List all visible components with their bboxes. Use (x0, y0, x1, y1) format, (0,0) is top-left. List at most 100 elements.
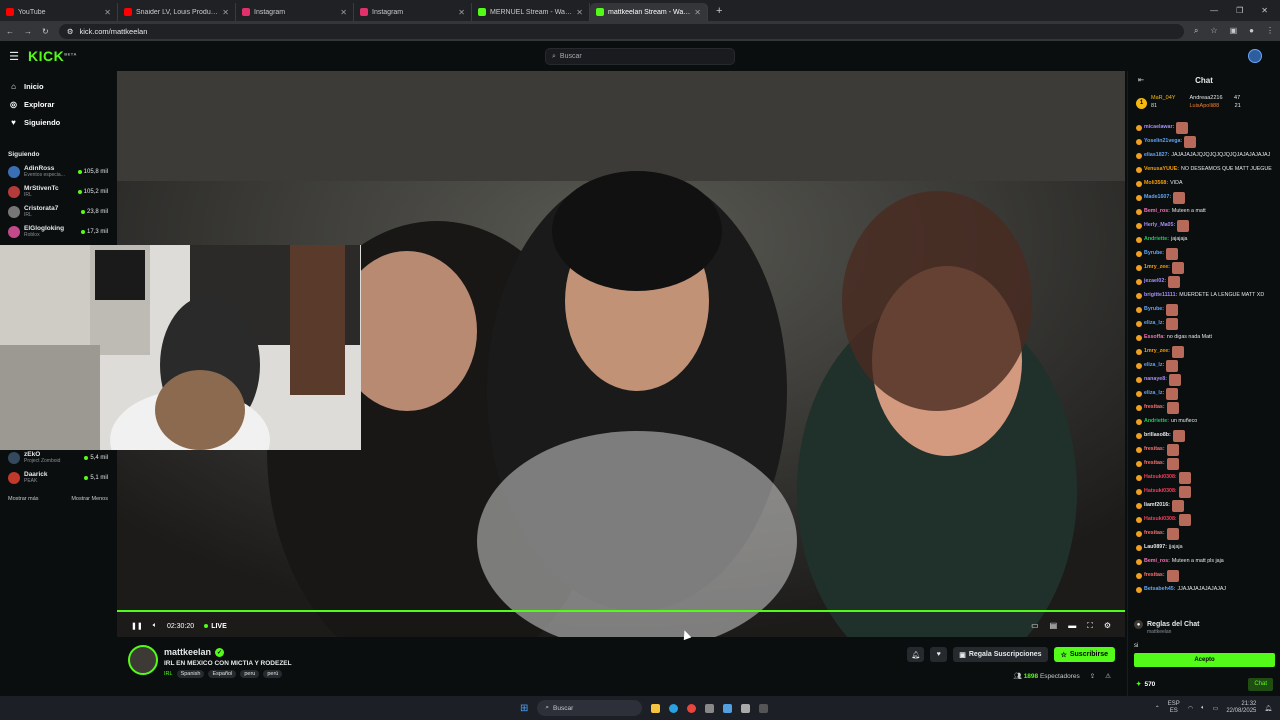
sidebar-item-siguiendo[interactable]: ♥ Siguiendo (0, 113, 116, 131)
language-indicator[interactable]: ESP ES (1168, 701, 1180, 715)
pause-icon[interactable]: ❚❚ (131, 622, 143, 630)
clip-icon[interactable]: ▤ (1050, 621, 1058, 631)
chat-username[interactable]: Herly_Ma05: (1144, 222, 1175, 229)
chat-username[interactable]: fresitas: (1144, 460, 1165, 467)
channel-avatar[interactable] (128, 645, 158, 675)
chat-username[interactable]: Byrube: (1144, 306, 1164, 313)
chat-username[interactable]: Bemi_ros: (1144, 208, 1170, 215)
clock[interactable]: 21:32 22/08/2025 (1226, 701, 1256, 715)
chat-username[interactable]: Bemi_ros: (1144, 558, 1170, 565)
collapse-chat-icon[interactable]: ⇤ (1138, 76, 1144, 84)
stream-category[interactable]: IRL (164, 671, 173, 677)
volume-icon[interactable]: 🔈︎ (153, 622, 157, 630)
report-icon[interactable]: ⚠ (1105, 672, 1111, 680)
kick-logo[interactable]: KICKBETA (28, 48, 77, 64)
stream-tag[interactable]: perú (263, 670, 283, 678)
chat-username[interactable]: jezael02: (1144, 278, 1166, 285)
user-avatar[interactable] (1248, 49, 1262, 63)
edge-icon[interactable] (669, 703, 679, 713)
chat-username[interactable]: Hatsuki0308: (1144, 474, 1177, 481)
volume-tray-icon[interactable]: 🔈︎ (1201, 705, 1205, 712)
zoom-icon[interactable]: ⌕ (1194, 26, 1198, 36)
chat-username[interactable]: 1mry_zee: (1144, 264, 1170, 271)
menu-dots-icon[interactable]: ⋮ (1266, 26, 1274, 36)
tray-chevron-icon[interactable]: ⌃ (1155, 705, 1160, 712)
chat-username[interactable]: Yoselin21vega: (1144, 138, 1182, 145)
profile-icon[interactable]: ● (1249, 26, 1254, 36)
chat-username[interactable]: Andriette: (1144, 236, 1169, 243)
chat-username[interactable]: Moli3568: (1144, 180, 1168, 187)
chat-send-button[interactable]: Chat (1248, 677, 1273, 691)
chat-username[interactable]: eliza_lz: (1144, 320, 1164, 327)
chat-username[interactable]: brillaso8b: (1144, 432, 1171, 439)
followed-channel[interactable]: zEkO Project Zomboid 5,4 mil (0, 448, 116, 468)
stream-tag[interactable]: Español (208, 670, 237, 678)
chat-username[interactable]: Lau0897: (1144, 544, 1167, 551)
chrome-profile-icon[interactable] (723, 703, 733, 713)
extensions-icon[interactable]: ▣ (1230, 26, 1238, 36)
tab-close-icon[interactable]: ✕ (458, 8, 465, 17)
tab-close-icon[interactable]: ✕ (222, 8, 229, 17)
back-icon[interactable]: ← (6, 27, 14, 36)
stream-tag[interactable]: peru (240, 670, 260, 678)
chat-username[interactable]: liamf2016: (1144, 502, 1170, 509)
followed-channel[interactable]: Daarick PEAK 5,1 mil (0, 468, 116, 488)
chat-username[interactable]: Byrube: (1144, 250, 1164, 257)
tab-close-icon[interactable]: ✕ (694, 8, 701, 17)
fullscreen-icon[interactable]: ⛶ (1087, 621, 1093, 631)
app-icon-2[interactable] (759, 703, 769, 713)
chat-username[interactable]: fresitas: (1144, 572, 1165, 579)
sidebar-item-explorar[interactable]: ◎ Explorar (0, 95, 116, 113)
browser-tab[interactable]: mattkeelan Stream - Watch ✕ (590, 3, 708, 21)
follow-heart-icon[interactable]: ♥ (930, 647, 948, 662)
file-explorer-icon[interactable] (651, 703, 661, 713)
show-less-button[interactable]: Mostrar Menos (71, 496, 108, 502)
followed-channel[interactable]: Cristorata7 IRL 23,8 mil (0, 202, 116, 222)
notifications-bell-icon[interactable]: 🔔︎ (907, 647, 925, 662)
chat-username[interactable]: brigitte11111: (1144, 292, 1177, 299)
stream-tag[interactable]: Spanish (176, 670, 205, 678)
share-icon[interactable]: ⇪ (1090, 672, 1095, 680)
sidebar-item-inicio[interactable]: ⌂ Inicio (0, 77, 116, 95)
wifi-icon[interactable]: ◠ (1188, 705, 1193, 712)
browser-tab[interactable]: MERNUEL Stream - Watch Live ✕ (472, 3, 590, 21)
chat-username[interactable]: Betsabeh45: (1144, 586, 1176, 593)
chat-username[interactable]: VenusaYUUE: (1144, 166, 1179, 173)
followed-channel[interactable]: MrStivenTc IRL 105,2 mil (0, 182, 116, 202)
accept-rules-button[interactable]: Acepto (1134, 653, 1275, 667)
browser-tab[interactable]: Instagram ✕ (354, 3, 472, 21)
search-input[interactable]: ⌕ Buscar (545, 48, 735, 65)
notifications-icon[interactable]: 🔔︎ (1264, 705, 1272, 712)
browser-tab[interactable]: Snaider LV, Louis Producer - Gr✕ (118, 3, 236, 21)
chat-username[interactable]: Hatsuki0308: (1144, 516, 1177, 523)
chrome-icon[interactable] (687, 703, 697, 713)
close-window-icon[interactable]: ✕ (1261, 6, 1268, 15)
maximize-icon[interactable]: ❐ (1236, 6, 1243, 15)
chat-username[interactable]: Made1607: (1144, 194, 1171, 201)
tab-close-icon[interactable]: ✕ (340, 8, 347, 17)
browser-tab[interactable]: YouTube ✕ (0, 3, 118, 21)
chat-username[interactable]: eliza_lz: (1144, 362, 1164, 369)
url-field[interactable]: ⚙ kick.com/mattkeelan (58, 23, 1184, 39)
chat-username[interactable]: micaelawar: (1144, 124, 1174, 131)
settings-gear-icon[interactable] (705, 703, 715, 713)
taskbar-search[interactable]: ⌕ Buscar (537, 700, 643, 716)
chat-username[interactable]: Essoffa: (1144, 334, 1165, 341)
battery-icon[interactable]: ▭ (1213, 705, 1219, 712)
channel-points[interactable]: ✦ 570 (1136, 680, 1155, 689)
theater-mode-icon[interactable]: ▬ (1068, 621, 1076, 631)
chat-username[interactable]: Hatsuki0308: (1144, 488, 1177, 495)
settings-icon[interactable]: ⚙ (1104, 621, 1111, 631)
chat-username[interactable]: fresitas: (1144, 404, 1165, 411)
site-info-icon[interactable]: ⚙ (67, 27, 74, 36)
browser-tab[interactable]: Instagram ✕ (236, 3, 354, 21)
hamburger-menu-icon[interactable]: ☰ (0, 50, 28, 63)
chat-username[interactable]: eliza_lz: (1144, 390, 1164, 397)
chat-username[interactable]: Andriette: (1144, 418, 1169, 425)
show-more-button[interactable]: Mostrar más (8, 496, 39, 502)
channel-name[interactable]: mattkeelan (164, 647, 211, 657)
followed-channel[interactable]: ElGlogloking Roblox 17,3 mil (0, 222, 116, 242)
new-tab-button[interactable]: + (708, 5, 730, 17)
reload-icon[interactable]: ↻ (42, 27, 49, 36)
tab-close-icon[interactable]: ✕ (104, 8, 111, 17)
